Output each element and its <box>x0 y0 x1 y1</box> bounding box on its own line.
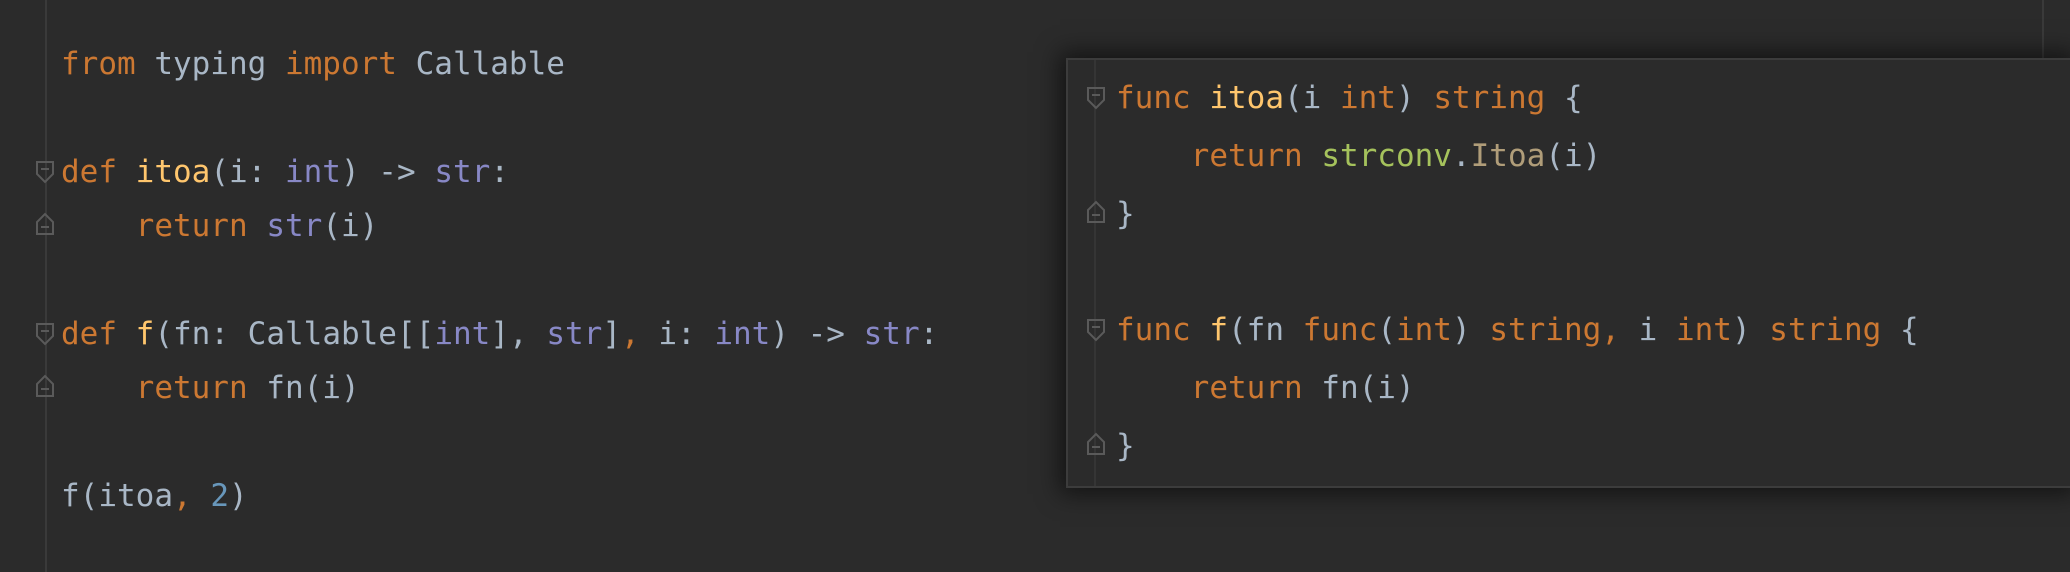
punctuation: i: <box>639 316 715 352</box>
function-name: f <box>135 316 155 352</box>
comma: , <box>1601 312 1620 348</box>
identifier: fn(i) <box>247 370 360 406</box>
punctuation: (i: <box>210 154 285 190</box>
punctuation: i <box>1619 312 1676 348</box>
keyword: return <box>1190 370 1303 406</box>
builtin: str <box>546 316 603 352</box>
punctuation: (fn <box>1228 312 1303 348</box>
python-line-4[interactable]: def f(fn: Callable[[int], str], i: int) … <box>61 314 938 354</box>
fold-start-icon[interactable] <box>1086 318 1106 342</box>
punctuation: { <box>1545 80 1583 116</box>
number: 2 <box>210 478 229 514</box>
brace: } <box>1116 196 1135 232</box>
keyword: return <box>135 208 248 244</box>
fold-start-icon[interactable] <box>35 160 55 184</box>
code-preview-popup[interactable]: func itoa(i int) string { return strconv… <box>1066 58 2070 488</box>
function-name: itoa <box>1209 80 1284 116</box>
fold-start-icon[interactable] <box>1086 86 1106 110</box>
punctuation: : <box>919 316 939 352</box>
punctuation: ) <box>1395 80 1434 116</box>
python-line-2[interactable]: def itoa(i: int) -> str: <box>61 152 509 192</box>
keyword: def <box>61 316 117 352</box>
keyword: import <box>284 46 397 82</box>
punctuation: ( <box>1377 312 1396 348</box>
builtin: str <box>266 208 323 244</box>
comma: , <box>620 316 640 352</box>
type: int <box>1675 312 1732 348</box>
punctuation: (i) <box>1545 138 1602 174</box>
punctuation: ) -> <box>340 154 435 190</box>
fold-end-icon[interactable] <box>35 212 55 236</box>
python-line-3[interactable]: return str(i) <box>61 206 379 246</box>
function-call: Itoa <box>1470 138 1546 174</box>
go-line-6[interactable]: } <box>1116 426 1135 466</box>
punctuation: { <box>1881 312 1919 348</box>
builtin: int <box>714 316 771 352</box>
fold-end-icon[interactable] <box>1086 432 1106 456</box>
package-name: strconv <box>1321 138 1452 174</box>
python-line-6[interactable]: f(itoa, 2) <box>61 476 248 516</box>
builtin: int <box>284 154 341 190</box>
punctuation: : <box>490 154 509 190</box>
code-editor[interactable]: from typing import Callable def itoa(i: … <box>0 0 2070 572</box>
punctuation: ) <box>1731 312 1770 348</box>
keyword: func <box>1116 312 1191 348</box>
go-line-4[interactable]: func f(fn func(int) string, i int) strin… <box>1116 310 1919 350</box>
fold-start-icon[interactable] <box>35 322 55 346</box>
identifier: Callable <box>396 46 565 82</box>
keyword: func <box>1302 312 1378 348</box>
keyword: from <box>61 46 136 82</box>
keyword: return <box>135 370 248 406</box>
python-line-5[interactable]: return fn(i) <box>61 368 360 408</box>
identifier: fn(i) <box>1302 370 1415 406</box>
punctuation: ) -> <box>770 316 864 352</box>
builtin: int <box>434 316 491 352</box>
go-line-3[interactable]: } <box>1116 194 1135 234</box>
punctuation: (fn: Callable[[ <box>154 316 435 352</box>
function-name: f <box>1209 312 1228 348</box>
go-line-5[interactable]: return fn(i) <box>1116 368 1415 408</box>
brace: } <box>1116 428 1135 464</box>
type: string <box>1769 312 1882 348</box>
builtin: str <box>434 154 491 190</box>
punctuation: ) <box>1451 312 1490 348</box>
popup-gutter-separator <box>1094 60 1096 486</box>
go-line-2[interactable]: return strconv.Itoa(i) <box>1116 136 1602 176</box>
keyword: def <box>61 154 117 190</box>
python-line-1[interactable]: from typing import Callable <box>61 44 565 84</box>
keyword: return <box>1190 138 1303 174</box>
punctuation: ) <box>229 478 248 514</box>
punctuation: (i <box>1283 80 1340 116</box>
punctuation: ] <box>602 316 621 352</box>
punctuation: . <box>1451 138 1471 174</box>
type: int <box>1339 80 1396 116</box>
punctuation: ], <box>490 316 547 352</box>
builtin: str <box>863 316 920 352</box>
fold-end-icon[interactable] <box>35 374 55 398</box>
identifier: typing <box>135 46 285 82</box>
comma: , <box>172 478 192 514</box>
gutter-separator-right <box>2042 0 2044 60</box>
identifier: f(itoa <box>61 478 173 514</box>
type: string <box>1433 80 1546 116</box>
type: int <box>1395 312 1452 348</box>
function-name: itoa <box>135 154 211 190</box>
punctuation: (i) <box>322 208 379 244</box>
type: string <box>1489 312 1602 348</box>
keyword: func <box>1116 80 1191 116</box>
gutter-separator <box>45 0 47 572</box>
fold-end-icon[interactable] <box>1086 200 1106 224</box>
go-line-1[interactable]: func itoa(i int) string { <box>1116 78 1583 118</box>
